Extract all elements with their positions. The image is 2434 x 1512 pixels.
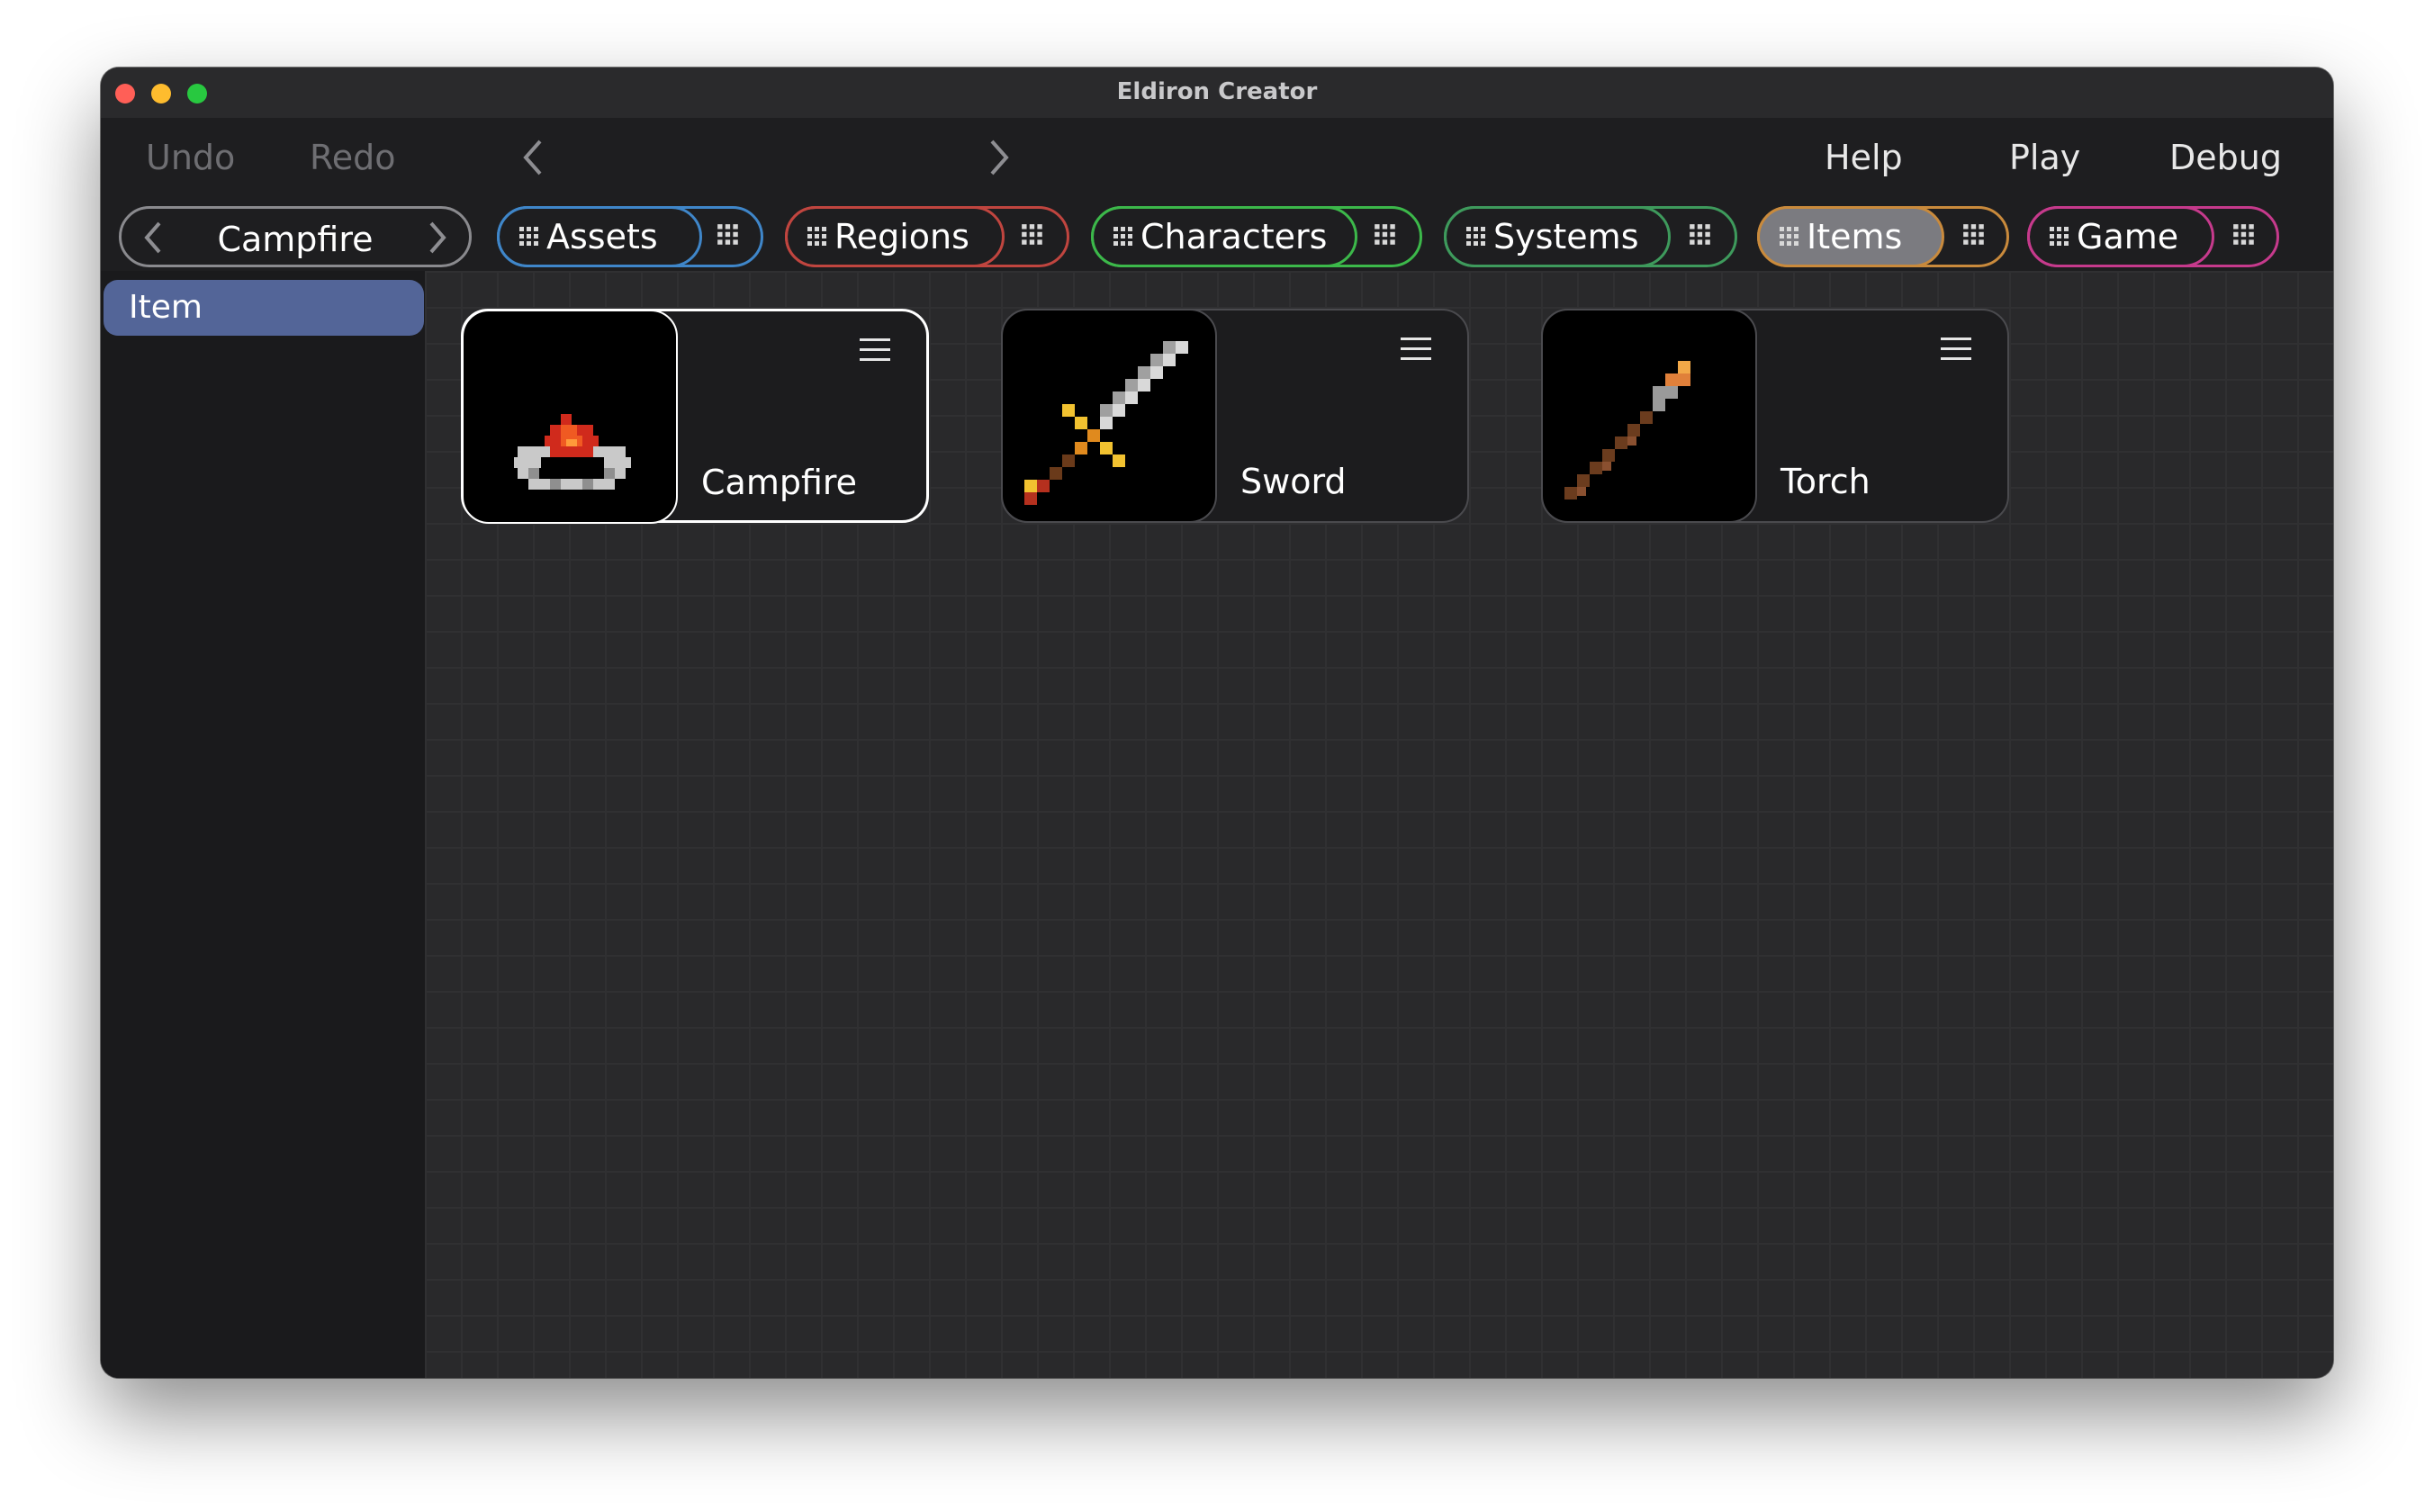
tab-characters-label: Characters (1140, 217, 1328, 256)
play-button[interactable]: Play (2009, 138, 2080, 177)
menu-icon[interactable] (1941, 336, 1971, 363)
menu-icon[interactable] (860, 337, 890, 364)
app-window: Eldiron Creator Undo Redo Help Play Debu… (101, 68, 2333, 1378)
tab-items-label: Items (1807, 217, 1903, 256)
project-selector[interactable]: Campfire (119, 206, 472, 267)
tab-game-label: Game (2077, 217, 2179, 256)
grid-icon (1113, 227, 1132, 246)
sidebar-item-label: Item (129, 289, 203, 326)
item-card-label: Campfire (701, 463, 858, 502)
forward-arrow-icon[interactable] (981, 136, 1017, 179)
tab-bar: Campfire Assets Regions Characters Syste… (101, 195, 2333, 271)
sidebar-item-item[interactable]: Item (104, 280, 424, 336)
redo-button[interactable]: Redo (310, 138, 395, 177)
item-card-label: Sword (1240, 462, 1347, 501)
tab-systems-label: Systems (1493, 217, 1639, 256)
tab-characters-main[interactable]: Characters (1091, 206, 1357, 267)
window-title: Eldiron Creator (1116, 78, 1318, 105)
grid-icon[interactable] (716, 222, 741, 248)
tab-assets-main[interactable]: Assets (497, 206, 702, 267)
tab-game-main[interactable]: Game (2027, 206, 2214, 267)
item-card-sword[interactable]: Sword (1001, 309, 1469, 523)
torch-thumbnail (1541, 309, 1757, 523)
tab-assets[interactable]: Assets (497, 206, 763, 267)
grid-icon[interactable] (1373, 222, 1398, 248)
next-project-icon[interactable] (420, 220, 453, 256)
tab-game[interactable]: Game (2027, 206, 2279, 267)
sword-thumbnail (1001, 309, 1217, 523)
grid-icon[interactable] (1688, 222, 1713, 248)
item-card-campfire[interactable]: Campfire (461, 309, 929, 524)
tab-regions[interactable]: Regions (785, 206, 1069, 267)
toolbar: Undo Redo Help Play Debug (101, 118, 2333, 195)
tab-regions-main[interactable]: Regions (785, 206, 1005, 267)
campfire-thumbnail (462, 310, 678, 524)
grid-icon[interactable] (1020, 222, 1045, 248)
tab-assets-label: Assets (546, 217, 658, 256)
tab-regions-label: Regions (834, 217, 969, 256)
campfire-icon (514, 414, 631, 490)
project-name: Campfire (217, 220, 374, 259)
undo-button[interactable]: Undo (146, 138, 235, 177)
tab-systems[interactable]: Systems (1444, 206, 1737, 267)
tab-systems-main[interactable]: Systems (1444, 206, 1671, 267)
menu-icon[interactable] (1401, 336, 1431, 363)
items-canvas[interactable]: Campfire Sword Torch (425, 271, 2333, 1378)
grid-icon (1780, 227, 1798, 246)
sword-icon (1024, 341, 1188, 505)
debug-button[interactable]: Debug (2169, 138, 2282, 177)
tab-items-main[interactable]: Items (1757, 206, 1944, 267)
grid-icon[interactable] (1961, 222, 1987, 248)
help-button[interactable]: Help (1825, 138, 1903, 177)
back-arrow-icon[interactable] (515, 136, 551, 179)
grid-icon (807, 227, 826, 246)
grid-icon (1466, 227, 1485, 246)
item-card-label: Torch (1780, 462, 1871, 501)
item-card-torch[interactable]: Torch (1541, 309, 2009, 523)
grid-icon (519, 227, 538, 246)
grid-icon[interactable] (2231, 222, 2257, 248)
tab-items[interactable]: Items (1757, 206, 2009, 267)
sidebar: Item (101, 271, 425, 1378)
title-bar: Eldiron Creator (101, 68, 2333, 119)
torch-icon (1564, 361, 1690, 500)
grid-icon (2050, 227, 2069, 246)
tab-characters[interactable]: Characters (1091, 206, 1422, 267)
